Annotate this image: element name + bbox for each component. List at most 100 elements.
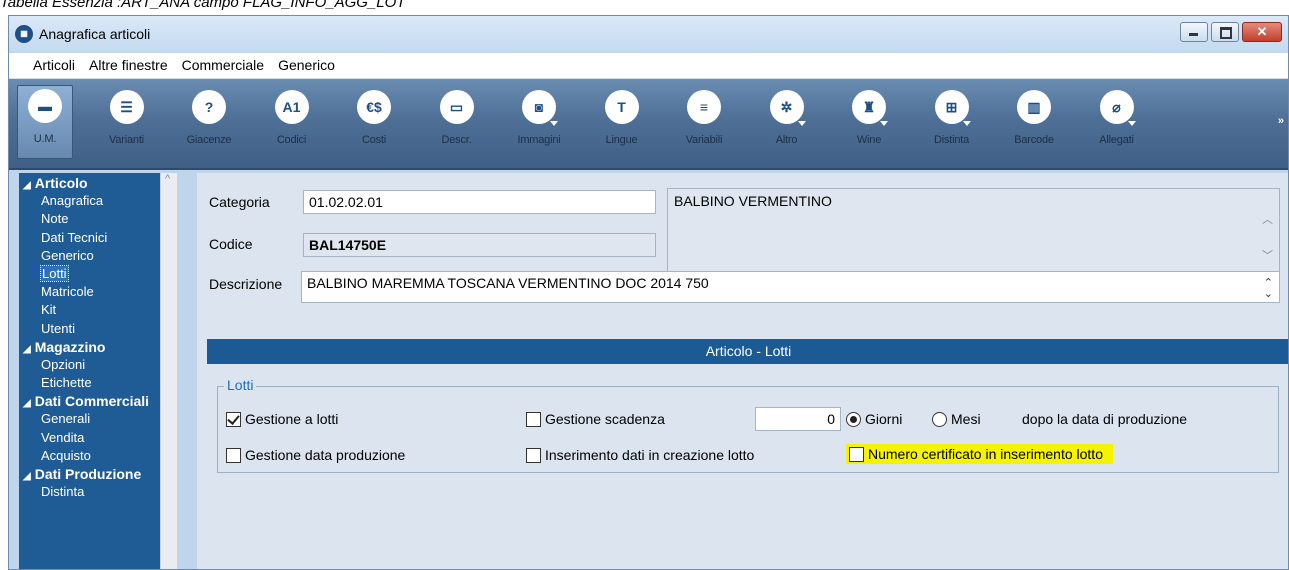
toolbar-overflow-icon[interactable]: » (1278, 115, 1284, 127)
menu-generico[interactable]: Generico (270, 53, 341, 78)
menu-commerciale[interactable]: Commerciale (174, 53, 270, 78)
toolbar-button-label: Distinta (933, 134, 970, 146)
tree-item-opzioni[interactable]: Opzioni (19, 356, 161, 374)
tree-item-label: Anagrafica (41, 193, 104, 209)
maximize-button[interactable] (1211, 22, 1239, 42)
toolbar-button-label: Varianti (109, 134, 144, 146)
tree-group-articolo[interactable]: ◢ Articolo (19, 174, 161, 192)
toolbar-button-label: Variabili (685, 134, 723, 146)
toolbar-button-allegati[interactable]: ⌀ Allegati (1090, 87, 1144, 157)
desc-scroll-down-icon[interactable]: ⌄ (1264, 285, 1273, 302)
stock-bag-icon: ? (192, 90, 226, 124)
toolbar-button-immagini[interactable]: ◙ Immagini (512, 87, 566, 157)
gestione-lotti-checkbox[interactable]: Gestione a lotti (226, 411, 338, 427)
tree-item-label: Kit (41, 302, 57, 318)
tree-item-utenti[interactable]: Utenti (19, 320, 161, 338)
tree-group-magazzino[interactable]: ◢ Magazzino (19, 338, 161, 356)
toolbar-button-label: U.M. (33, 133, 57, 145)
scroll-down-icon[interactable]: ﹀ (1262, 247, 1273, 263)
tree-item-acquisto[interactable]: Acquisto (19, 447, 161, 465)
menu-altre-finestre[interactable]: Altre finestre (81, 53, 174, 78)
tree-group-dati-produzione[interactable]: ◢ Dati Produzione (19, 465, 161, 483)
tree-item-label: Lotti (40, 264, 69, 282)
descrizione-input[interactable]: BALBINO MAREMMA TOSCANA VERMENTINO DOC 2… (301, 271, 1280, 303)
toolbar-button-label: Lingue (605, 134, 638, 146)
toolbar-button-u-m[interactable]: ▬ U.M. (17, 85, 73, 159)
tree-item-note[interactable]: Note (19, 210, 161, 228)
gestione-scadenza-checkbox[interactable]: Gestione scadenza (526, 411, 665, 427)
tree-item-generico[interactable]: Generico (19, 247, 161, 265)
tree-item-distinta[interactable]: Distinta (19, 483, 161, 501)
toolbar-button-barcode[interactable]: ▥ Barcode (1007, 87, 1061, 157)
toolbar-button-label: Wine (856, 134, 882, 146)
tree-item-vendita[interactable]: Vendita (19, 429, 161, 447)
radio-circle[interactable] (846, 411, 861, 427)
window-controls: ✕ (1177, 22, 1282, 42)
toolbar-button-label: Codici (276, 134, 307, 146)
inserimento-dati-checkbox[interactable]: Inserimento dati in creazione lotto (526, 447, 754, 463)
tree-group-dati-commerciali[interactable]: ◢ Dati Commerciali (19, 392, 161, 410)
toolbar-button-wine[interactable]: ♜ Wine (842, 87, 896, 157)
tree-item-matricole[interactable]: Matricole (19, 283, 161, 301)
tree-item-label: Generico (41, 247, 94, 263)
tree-item-anagrafica[interactable]: Anagrafica (19, 192, 161, 210)
lotti-group: Lotti Gestione a lotti Gestione scadenza… (217, 377, 1279, 473)
section-title: Articolo - Lotti (207, 339, 1288, 364)
categoria-input[interactable]: 01.02.02.01 (303, 190, 656, 214)
scroll-up-icon[interactable]: ︿ (1262, 211, 1273, 227)
expand-triangle-icon[interactable]: ◢ (23, 344, 31, 355)
menu-articoli[interactable]: Articoli (9, 53, 81, 78)
expand-triangle-icon[interactable]: ◢ (23, 471, 31, 482)
toolbar-button-label: Giacenze (186, 134, 232, 146)
tree-item-lotti[interactable]: Lotti (19, 264, 161, 283)
toolbar-button-codici[interactable]: A1 Codici (265, 87, 319, 157)
toolbar: » ▬ U.M. ☰ Varianti? Giacenze A1 Codici €$ Costi… (9, 79, 1288, 170)
lotti-group-legend: Lotti (224, 377, 257, 393)
expand-triangle-icon[interactable]: ◢ (23, 180, 31, 191)
radio-circle[interactable] (932, 411, 947, 427)
tree-scrollbar[interactable] (160, 173, 177, 569)
checkbox-box[interactable] (226, 447, 241, 463)
toolbar-button-descr[interactable]: ▭ Descr. (430, 87, 484, 157)
dropdown-arrow-icon[interactable] (550, 121, 558, 126)
radio-mesi[interactable]: Mesi (932, 411, 981, 427)
dropdown-arrow-icon[interactable] (880, 121, 888, 126)
scadenza-days-input[interactable]: 0 (755, 407, 841, 431)
checkbox-box[interactable] (526, 447, 541, 463)
checkbox-box[interactable] (526, 411, 541, 427)
app-logo-icon: ▦ (15, 25, 33, 43)
minimize-button[interactable] (1180, 22, 1208, 42)
window-title: Anagrafica articoli (39, 26, 151, 42)
dropdown-arrow-icon[interactable] (962, 121, 971, 126)
variables-icon: ≡ (687, 90, 721, 124)
close-button[interactable]: ✕ (1242, 22, 1282, 42)
tree-item-dati-tecnici[interactable]: Dati Tecnici (19, 229, 161, 247)
numero-certificato-checkbox[interactable]: Numero certificato in inserimento lotto (846, 444, 1113, 464)
toolbar-button-lingue[interactable]: T Lingue (595, 87, 649, 157)
costs-icon: €$ (357, 90, 391, 124)
checkbox-box[interactable] (849, 446, 864, 462)
checkbox-box[interactable] (226, 411, 241, 427)
tree-item-label: Distinta (41, 484, 85, 500)
dropdown-arrow-icon[interactable] (797, 121, 806, 126)
tree-item-label: Utenti (41, 320, 75, 336)
dropdown-arrow-icon[interactable] (1127, 121, 1136, 126)
gestione-scadenza-label: Gestione scadenza (545, 411, 665, 427)
toolbar-button-label: Costi (361, 134, 387, 146)
radio-giorni[interactable]: Giorni (846, 411, 902, 427)
tree-item-generali[interactable]: Generali (19, 410, 161, 428)
toolbar-button-giacenze[interactable]: ? Giacenze (182, 87, 236, 157)
paperclip-icon: ⌀ (1099, 90, 1134, 124)
toolbar-button-varianti[interactable]: ☰ Varianti (100, 87, 154, 157)
gestione-data-produzione-checkbox[interactable]: Gestione data produzione (226, 447, 405, 463)
toolbar-button-variabili[interactable]: ≡ Variabili (677, 87, 731, 157)
tree-item-etichette[interactable]: Etichette (19, 374, 161, 392)
toolbar-button-altro[interactable]: ✲ Altro (760, 87, 814, 157)
toolbar-button-distinta[interactable]: ⊞ Distinta (925, 87, 979, 157)
gestione-lotti-label: Gestione a lotti (245, 411, 339, 427)
descrizione-text: BALBINO MAREMMA TOSCANA VERMENTINO DOC 2… (307, 275, 709, 291)
toolbar-button-costi[interactable]: €$ Costi (347, 87, 401, 157)
tree-item-kit[interactable]: Kit (19, 301, 161, 319)
categoria-description-text: BALBINO VERMENTINO (674, 193, 832, 209)
expand-triangle-icon[interactable]: ◢ (23, 398, 31, 409)
